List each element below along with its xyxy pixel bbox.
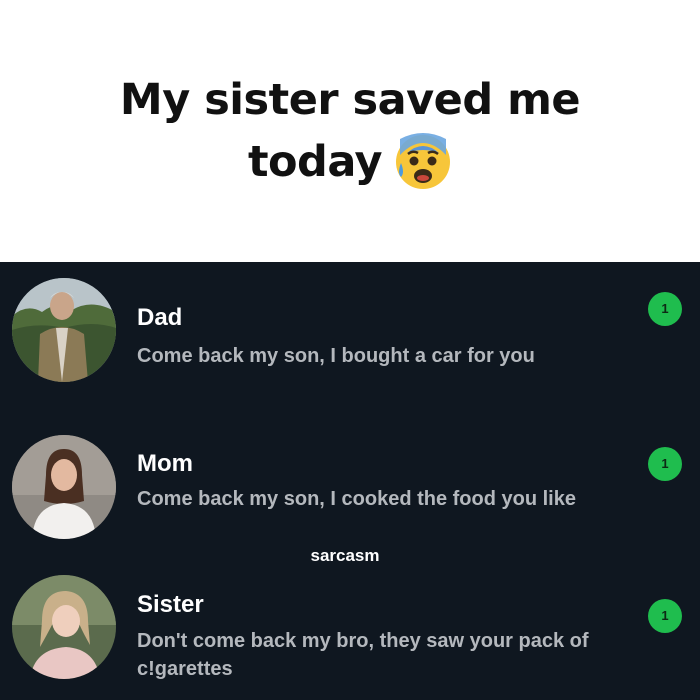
caption-line-1: My sister saved me (119, 75, 581, 125)
message-preview: Come back my son, I bought a car for you (137, 345, 535, 367)
chat-row-sister[interactable]: Sister Don't come back my bro, they saw … (0, 567, 700, 700)
unread-badge: 1 (648, 599, 682, 633)
dad-avatar (12, 278, 116, 382)
contact-name: Dad (137, 304, 183, 331)
meme-root: My sister saved me today Dad Come back m… (0, 0, 700, 700)
anxious-face-with-sweat-icon (394, 132, 452, 191)
sarcasm-annotation: sarcasm (310, 546, 380, 565)
mom-avatar (12, 435, 116, 539)
unread-badge: 1 (648, 447, 682, 481)
unread-badge: 1 (648, 292, 682, 326)
caption-line-2: today (0, 132, 700, 194)
message-preview: Come back my son, I cooked the food you … (137, 488, 576, 510)
sister-avatar (12, 575, 116, 679)
contact-name: Sister (137, 591, 204, 618)
chat-row-mom[interactable]: Mom Come back my son, I cooked the food … (0, 407, 700, 547)
contact-name: Mom (137, 450, 193, 477)
chat-list: Dad Come back my son, I bought a car for… (0, 262, 700, 700)
meme-caption: My sister saved me today (0, 0, 700, 262)
chat-row-dad[interactable]: Dad Come back my son, I bought a car for… (0, 262, 700, 407)
caption-line-2-text: today (247, 137, 383, 187)
message-preview: Don't come back my bro, they saw your pa… (137, 630, 589, 680)
